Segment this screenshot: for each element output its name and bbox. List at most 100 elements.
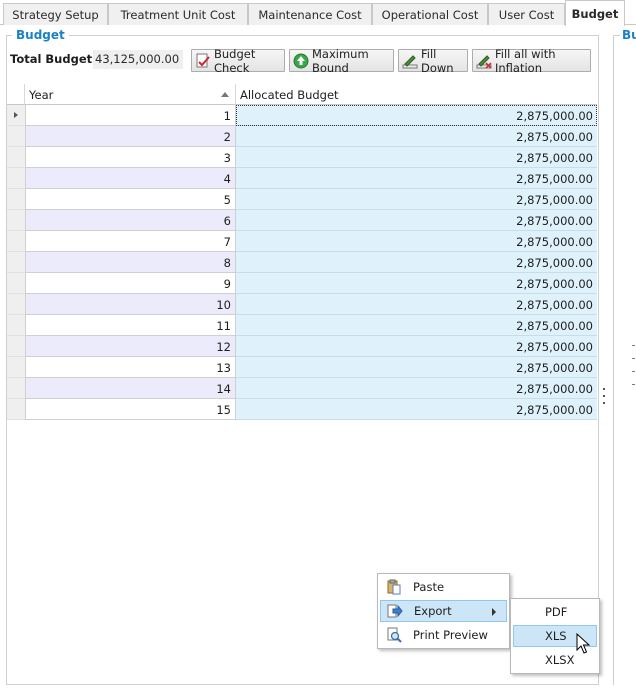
cell-year[interactable]: 6 — [25, 210, 236, 231]
cell-year[interactable]: 12 — [25, 336, 236, 357]
tab-budget[interactable]: Budget — [565, 0, 625, 26]
fill-inflation-label: Fill all with Inflation — [495, 46, 556, 75]
table-row[interactable]: 1 2,875,000.00 — [7, 105, 597, 126]
cell-allocated-budget[interactable]: 2,875,000.00 — [236, 273, 597, 294]
row-indicator[interactable] — [7, 273, 25, 294]
cell-year[interactable]: 9 — [25, 273, 236, 294]
row-indicator[interactable] — [7, 399, 25, 420]
row-indicator[interactable] — [7, 357, 25, 378]
cell-allocated-budget[interactable]: 2,875,000.00 — [236, 105, 597, 126]
table-row[interactable]: 12 2,875,000.00 — [7, 336, 597, 357]
menu-item-export[interactable]: Export — [380, 600, 507, 622]
budget-group-title: Budget — [12, 28, 69, 42]
cell-allocated-budget[interactable]: 2,875,000.00 — [236, 231, 597, 252]
table-row[interactable]: 9 2,875,000.00 — [7, 273, 597, 294]
cell-year[interactable]: 4 — [25, 168, 236, 189]
check-document-icon — [195, 53, 211, 69]
cell-allocated-budget[interactable]: 2,875,000.00 — [236, 315, 597, 336]
cell-year[interactable]: 7 — [25, 231, 236, 252]
row-indicator[interactable] — [7, 189, 25, 210]
cell-year[interactable]: 15 — [25, 399, 236, 420]
table-row[interactable]: 3 2,875,000.00 — [7, 147, 597, 168]
menu-item-paste[interactable]: Paste — [380, 576, 507, 598]
total-budget-label: Total Budget : — [10, 52, 101, 66]
cell-allocated-budget[interactable]: 2,875,000.00 — [236, 336, 597, 357]
cell-year[interactable]: 10 — [25, 294, 236, 315]
tab-treatment-unit-cost[interactable]: Treatment Unit Cost — [108, 3, 248, 25]
row-indicator[interactable] — [7, 252, 25, 273]
row-indicator[interactable] — [7, 147, 25, 168]
fill-inflation-button[interactable]: Fill all with Inflation — [472, 46, 591, 75]
column-header-year[interactable]: Year — [25, 84, 236, 105]
table-row[interactable]: 4 2,875,000.00 — [7, 168, 597, 189]
cell-allocated-budget[interactable]: 2,875,000.00 — [236, 210, 597, 231]
menu-item-export-label: Export — [414, 604, 452, 618]
right-group-title: Bu — [620, 28, 636, 42]
tab-operational-cost[interactable]: Operational Cost — [372, 3, 488, 25]
tab-user-cost[interactable]: User Cost — [488, 3, 565, 25]
menu-item-paste-label: Paste — [413, 580, 445, 594]
cell-allocated-budget[interactable]: 2,875,000.00 — [236, 189, 597, 210]
submenu-item-pdf[interactable]: PDF — [513, 601, 597, 623]
arrow-up-circle-icon — [293, 53, 309, 69]
fill-down-button[interactable]: Fill Down — [398, 47, 468, 75]
menu-item-print-preview-label: Print Preview — [413, 628, 488, 642]
cell-allocated-budget[interactable]: 2,875,000.00 — [236, 357, 597, 378]
cell-allocated-budget[interactable]: 2,875,000.00 — [236, 168, 597, 189]
table-row[interactable]: 14 2,875,000.00 — [7, 378, 597, 399]
column-header-allocated-budget[interactable]: Allocated Budget — [236, 84, 597, 105]
row-indicator[interactable] — [7, 378, 25, 399]
total-budget-value: 43,125,000.00 — [93, 50, 183, 69]
cell-allocated-budget[interactable]: 2,875,000.00 — [236, 378, 597, 399]
table-row[interactable]: 7 2,875,000.00 — [7, 231, 597, 252]
clipboard-icon — [386, 579, 402, 595]
print-preview-icon — [386, 627, 402, 643]
context-menu: Paste Export Print Preview — [377, 573, 510, 649]
row-indicator[interactable] — [7, 168, 25, 189]
row-indicator[interactable] — [7, 336, 25, 357]
table-row[interactable]: 15 2,875,000.00 — [7, 399, 597, 420]
cell-year[interactable]: 3 — [25, 147, 236, 168]
tab-strategy-setup[interactable]: Strategy Setup — [3, 3, 108, 25]
cell-year[interactable]: 11 — [25, 315, 236, 336]
row-indicator[interactable] — [7, 294, 25, 315]
row-indicator[interactable] — [7, 231, 25, 252]
cell-allocated-budget[interactable]: 2,875,000.00 — [236, 252, 597, 273]
row-indicator[interactable] — [7, 105, 25, 126]
tab-maintenance-cost[interactable]: Maintenance Cost — [248, 3, 372, 25]
budget-check-button[interactable]: Budget Check — [191, 46, 285, 75]
row-indicator[interactable] — [7, 210, 25, 231]
maximum-bound-button[interactable]: Maximum Bound — [289, 46, 394, 75]
cell-year[interactable]: 5 — [25, 189, 236, 210]
cell-allocated-budget[interactable]: 2,875,000.00 — [236, 399, 597, 420]
splitter-grip[interactable] — [603, 388, 606, 404]
table-row[interactable]: 6 2,875,000.00 — [7, 210, 597, 231]
cell-year[interactable]: 1 — [25, 105, 236, 126]
table-row[interactable]: 5 2,875,000.00 — [7, 189, 597, 210]
maximum-bound-label: Maximum Bound — [312, 46, 369, 75]
table-row[interactable]: 13 2,875,000.00 — [7, 357, 597, 378]
current-row-arrow-icon — [14, 112, 18, 118]
table-row[interactable]: 8 2,875,000.00 — [7, 252, 597, 273]
budget-toolbar: Total Budget : 43,125,000.00 Budget Chec… — [7, 46, 597, 75]
table-row[interactable]: 2 2,875,000.00 — [7, 126, 597, 147]
tab-bar: Strategy Setup Treatment Unit Cost Maint… — [0, 0, 636, 26]
cell-year[interactable]: 14 — [25, 378, 236, 399]
cell-allocated-budget[interactable]: 2,875,000.00 — [236, 294, 597, 315]
row-indicator[interactable] — [7, 315, 25, 336]
cell-allocated-budget[interactable]: 2,875,000.00 — [236, 126, 597, 147]
column-header-year-label: Year — [29, 88, 54, 102]
cell-year[interactable]: 2 — [25, 126, 236, 147]
column-header-allocated-label: Allocated Budget — [240, 88, 339, 102]
cell-allocated-budget[interactable]: 2,875,000.00 — [236, 147, 597, 168]
submenu-arrow-icon — [492, 608, 496, 616]
table-row[interactable]: 10 2,875,000.00 — [7, 294, 597, 315]
budget-check-label: Budget Check — [214, 46, 256, 75]
table-row[interactable]: 11 2,875,000.00 — [7, 315, 597, 336]
pencil-icon — [402, 53, 418, 69]
menu-item-print-preview[interactable]: Print Preview — [380, 624, 507, 646]
sort-ascending-icon — [221, 92, 229, 97]
cell-year[interactable]: 8 — [25, 252, 236, 273]
row-indicator[interactable] — [7, 126, 25, 147]
cell-year[interactable]: 13 — [25, 357, 236, 378]
